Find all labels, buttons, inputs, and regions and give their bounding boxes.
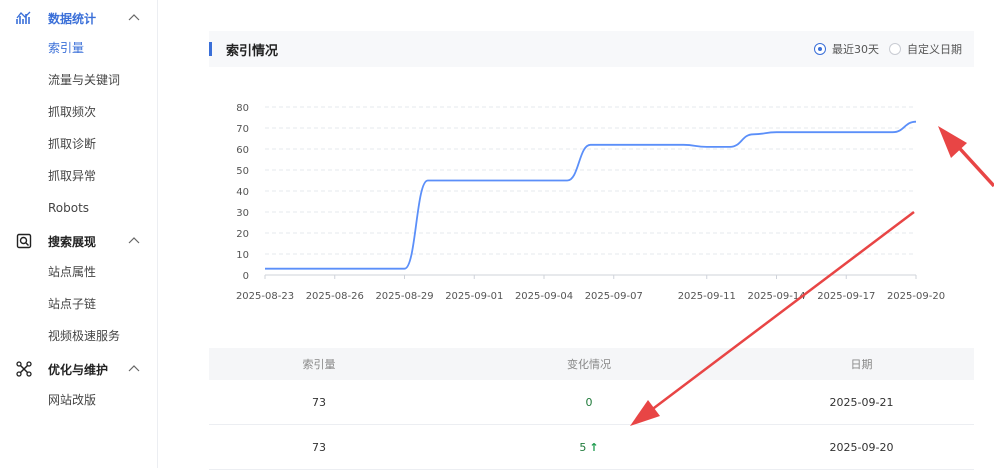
chevron-up-icon[interactable] xyxy=(128,236,140,246)
cell-date: 2025-09-20 xyxy=(749,425,974,469)
y-tick-label: 70 xyxy=(236,124,249,135)
bar-chart-icon xyxy=(16,10,32,26)
x-tick-label: 2025-09-07 xyxy=(585,291,643,302)
x-tick-label: 2025-09-20 xyxy=(887,291,945,302)
y-tick-label: 0 xyxy=(243,271,249,282)
sidebar-item-site-revision[interactable]: 网站改版 xyxy=(48,392,96,408)
x-tick-label: 2025-09-17 xyxy=(817,291,875,302)
table-row: 73 0 2025-09-21 xyxy=(209,380,974,425)
sidebar-item-site-attributes[interactable]: 站点属性 xyxy=(48,264,96,280)
x-tick-label: 2025-08-23 xyxy=(236,291,294,302)
index-table: 索引量 变化情况 日期 73 0 2025-09-21 73 5 ↑ 2025-… xyxy=(209,348,974,470)
index-line-chart: 0 10 20 30 40 50 60 70 80 2025-08-23 2025-08-26 202… xyxy=(158,0,994,330)
sidebar: 数据统计 索引量 流量与关键词 抓取频次 抓取诊断 抓取异常 Robots 搜索… xyxy=(0,0,158,468)
cell-index-count: 73 xyxy=(209,380,429,424)
section-label: 数据统计 xyxy=(48,10,96,27)
section-label: 优化与维护 xyxy=(48,361,108,378)
sidebar-item-video-speed[interactable]: 视频极速服务 xyxy=(48,328,120,344)
sidebar-item-index-volume[interactable]: 索引量 xyxy=(48,40,84,56)
y-tick-label: 40 xyxy=(236,187,249,198)
cell-date: 2025-09-21 xyxy=(749,380,974,424)
sidebar-item-site-sublinks[interactable]: 站点子链 xyxy=(48,296,96,312)
table-header: 索引量 变化情况 日期 xyxy=(209,348,974,380)
y-tick-label: 60 xyxy=(236,145,249,156)
x-tick-label: 2025-09-14 xyxy=(747,291,805,302)
y-tick-label: 30 xyxy=(236,208,249,219)
sidebar-item-crawl-errors[interactable]: 抓取异常 xyxy=(48,168,96,184)
series-line xyxy=(265,122,916,269)
change-value: 5 xyxy=(579,441,586,454)
tools-icon xyxy=(16,361,32,377)
section-search-display[interactable]: 搜索展现 xyxy=(0,227,158,255)
x-tick-label: 2025-08-29 xyxy=(375,291,433,302)
chevron-up-icon[interactable] xyxy=(128,13,140,23)
main-content: 索引情况 最近30天 自定义日期 010203040506070802025-0… xyxy=(158,0,994,468)
header-change: 变化情况 xyxy=(429,348,749,380)
section-label: 搜索展现 xyxy=(48,233,96,250)
x-tick-label: 2025-09-01 xyxy=(445,291,503,302)
table-row: 73 5 ↑ 2025-09-20 xyxy=(209,425,974,470)
cell-change: 0 xyxy=(429,380,749,424)
section-optimization[interactable]: 优化与维护 xyxy=(0,355,158,383)
y-tick-label: 80 xyxy=(236,103,249,114)
search-document-icon xyxy=(16,233,32,249)
change-value: 0 xyxy=(586,396,593,409)
sidebar-item-crawl-diagnosis[interactable]: 抓取诊断 xyxy=(48,136,96,152)
x-tick-label: 2025-09-04 xyxy=(515,291,573,302)
x-tick-label: 2025-09-11 xyxy=(678,291,736,302)
y-tick-label: 50 xyxy=(236,166,249,177)
header-date: 日期 xyxy=(749,348,974,380)
y-tick-label: 20 xyxy=(236,229,249,240)
chevron-up-icon[interactable] xyxy=(128,364,140,374)
header-index-count: 索引量 xyxy=(209,348,429,380)
sidebar-item-crawl-frequency[interactable]: 抓取频次 xyxy=(48,104,96,120)
cell-index-count: 73 xyxy=(209,425,429,469)
section-data-stats[interactable]: 数据统计 xyxy=(0,4,158,32)
cell-change: 5 ↑ xyxy=(429,425,749,469)
sidebar-item-traffic-keywords[interactable]: 流量与关键词 xyxy=(48,72,120,88)
y-tick-label: 10 xyxy=(236,250,249,261)
x-tick-label: 2025-08-26 xyxy=(306,291,364,302)
arrow-up-icon: ↑ xyxy=(589,441,598,454)
sidebar-item-robots[interactable]: Robots xyxy=(48,200,89,216)
